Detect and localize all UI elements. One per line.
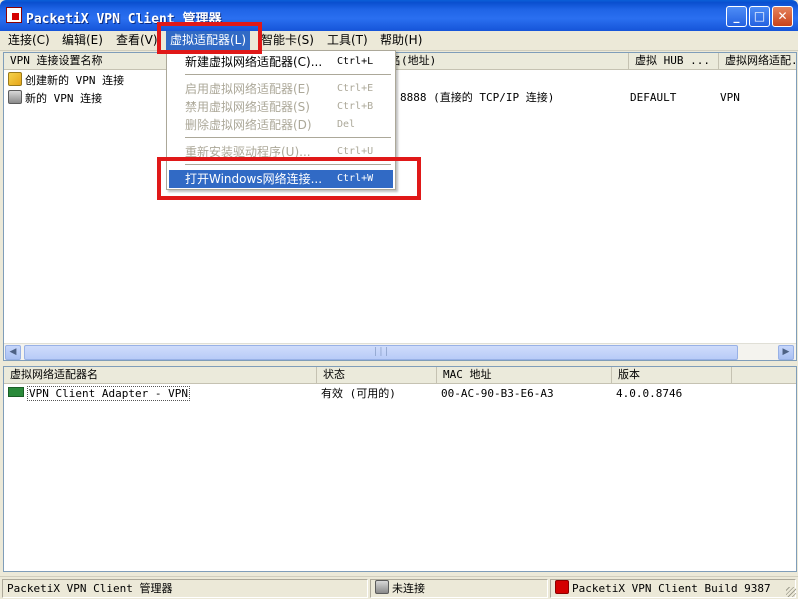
menu-separator [185, 137, 391, 138]
status-connection: 未连接 [370, 579, 548, 598]
col-address[interactable]: 名(地址) [384, 53, 629, 70]
col-adapter[interactable]: 虚拟网络适配... [719, 53, 798, 70]
list-item[interactable]: 新的 VPN 连接 8888 (直接的 TCP/IP 连接) DEFAULT V… [8, 90, 788, 106]
vpn-row-address: 8888 (直接的 TCP/IP 连接) [400, 91, 555, 104]
scroll-left-button[interactable]: ◀ [5, 345, 21, 360]
vpn-row-adapter: VPN [720, 91, 740, 104]
menu-edit[interactable]: 编辑(E) [58, 31, 107, 50]
resize-grip-icon[interactable] [786, 587, 796, 597]
menu-separator [185, 74, 391, 75]
title-bar: PacketiX VPN Client 管理器 _ □ ✕ [0, 0, 798, 31]
col-version[interactable]: 版本 [612, 367, 732, 384]
maximize-button[interactable]: □ [749, 6, 770, 27]
col-status[interactable]: 状态 [317, 367, 437, 384]
status-app-name: PacketiX VPN Client 管理器 [2, 579, 368, 598]
menu-disable-adapter-label: 禁用虚拟网络适配器(S) [185, 100, 310, 114]
menu-new-adapter-shortcut: Ctrl+L [337, 56, 374, 67]
vpn-row-hub: DEFAULT [630, 91, 677, 104]
adapter-row-name: VPN Client Adapter - VPN [27, 386, 190, 401]
minimize-button[interactable]: _ [726, 6, 747, 27]
network-adapter-icon [8, 387, 24, 397]
status-build-text: PacketiX VPN Client Build 9387 [572, 582, 771, 595]
col-adapter-name[interactable]: 虚拟网络适配器名 [4, 367, 317, 384]
menu-smart-card[interactable]: 智能卡(S) [257, 31, 318, 50]
packetix-icon [555, 580, 569, 594]
menu-delete-adapter-label: 删除虚拟网络适配器(D) [185, 118, 312, 132]
menu-disable-adapter-shortcut: Ctrl+B [337, 101, 374, 112]
menu-help[interactable]: 帮助(H) [376, 31, 426, 50]
menu-enable-adapter-label: 启用虚拟网络适配器(E) [185, 82, 310, 96]
menu-view[interactable]: 查看(V) [112, 31, 162, 50]
vpn-row-name: 新的 VPN 连接 [25, 92, 103, 105]
col-hub[interactable]: 虚拟 HUB ... [629, 53, 719, 70]
table-row[interactable]: VPN Client Adapter - VPN 有效 (可用的) 00-AC-… [8, 386, 788, 402]
adapter-list-header: 虚拟网络适配器名 状态 MAC 地址 版本 [4, 367, 796, 384]
vpn-connection-list[interactable]: VPN 连接设置名称 名(地址) 虚拟 HUB ... 虚拟网络适配... 创建… [3, 52, 798, 361]
adapter-row-mac: 00-AC-90-B3-E6-A3 [441, 387, 554, 400]
horizontal-scrollbar[interactable]: ◀ ||| ▶ [4, 343, 796, 360]
adapter-row-version: 4.0.0.8746 [616, 387, 683, 400]
menu-enable-adapter[interactable]: 启用虚拟网络适配器(E) Ctrl+E [169, 80, 393, 98]
virtual-adapter-list[interactable]: 虚拟网络适配器名 状态 MAC 地址 版本 VPN Client Adapter… [3, 366, 797, 572]
connection-status-icon [375, 580, 389, 594]
menu-disable-adapter[interactable]: 禁用虚拟网络适配器(S) Ctrl+B [169, 98, 393, 116]
adapter-row-status: 有效 (可用的) [321, 387, 396, 400]
vpn-row-name: 创建新的 VPN 连接 [25, 74, 125, 87]
menu-new-adapter[interactable]: 新建虚拟网络适配器(C)... Ctrl+L [169, 53, 393, 71]
menu-new-adapter-label: 新建虚拟网络适配器(C)... [185, 55, 323, 69]
vpn-list-header: VPN 连接设置名称 名(地址) 虚拟 HUB ... 虚拟网络适配... [4, 53, 798, 70]
menu-delete-adapter[interactable]: 删除虚拟网络适配器(D) Del [169, 116, 393, 134]
scroll-right-button[interactable]: ▶ [778, 345, 794, 360]
status-build: PacketiX VPN Client Build 9387 [550, 579, 796, 598]
annotation-box-menu [157, 22, 262, 54]
menu-delete-adapter-shortcut: Del [337, 119, 356, 130]
menu-connect[interactable]: 连接(C) [4, 31, 54, 50]
status-bar: PacketiX VPN Client 管理器 未连接 PacketiX VPN… [0, 576, 798, 599]
app-icon[interactable] [6, 7, 22, 23]
vpn-connection-icon [8, 90, 22, 104]
close-button[interactable]: ✕ [772, 6, 793, 27]
scroll-thumb[interactable]: ||| [24, 345, 738, 360]
status-connection-text: 未连接 [392, 582, 425, 595]
menu-enable-adapter-shortcut: Ctrl+E [337, 83, 374, 94]
menu-tools[interactable]: 工具(T) [323, 31, 372, 50]
menu-bar: 连接(C) 编辑(E) 查看(V) 虚拟适配器(L) 智能卡(S) 工具(T) … [0, 31, 798, 51]
col-mac[interactable]: MAC 地址 [437, 367, 612, 384]
create-connection-icon [8, 72, 22, 86]
list-item[interactable]: 创建新的 VPN 连接 [8, 72, 788, 88]
annotation-box-menu-item [157, 157, 421, 200]
